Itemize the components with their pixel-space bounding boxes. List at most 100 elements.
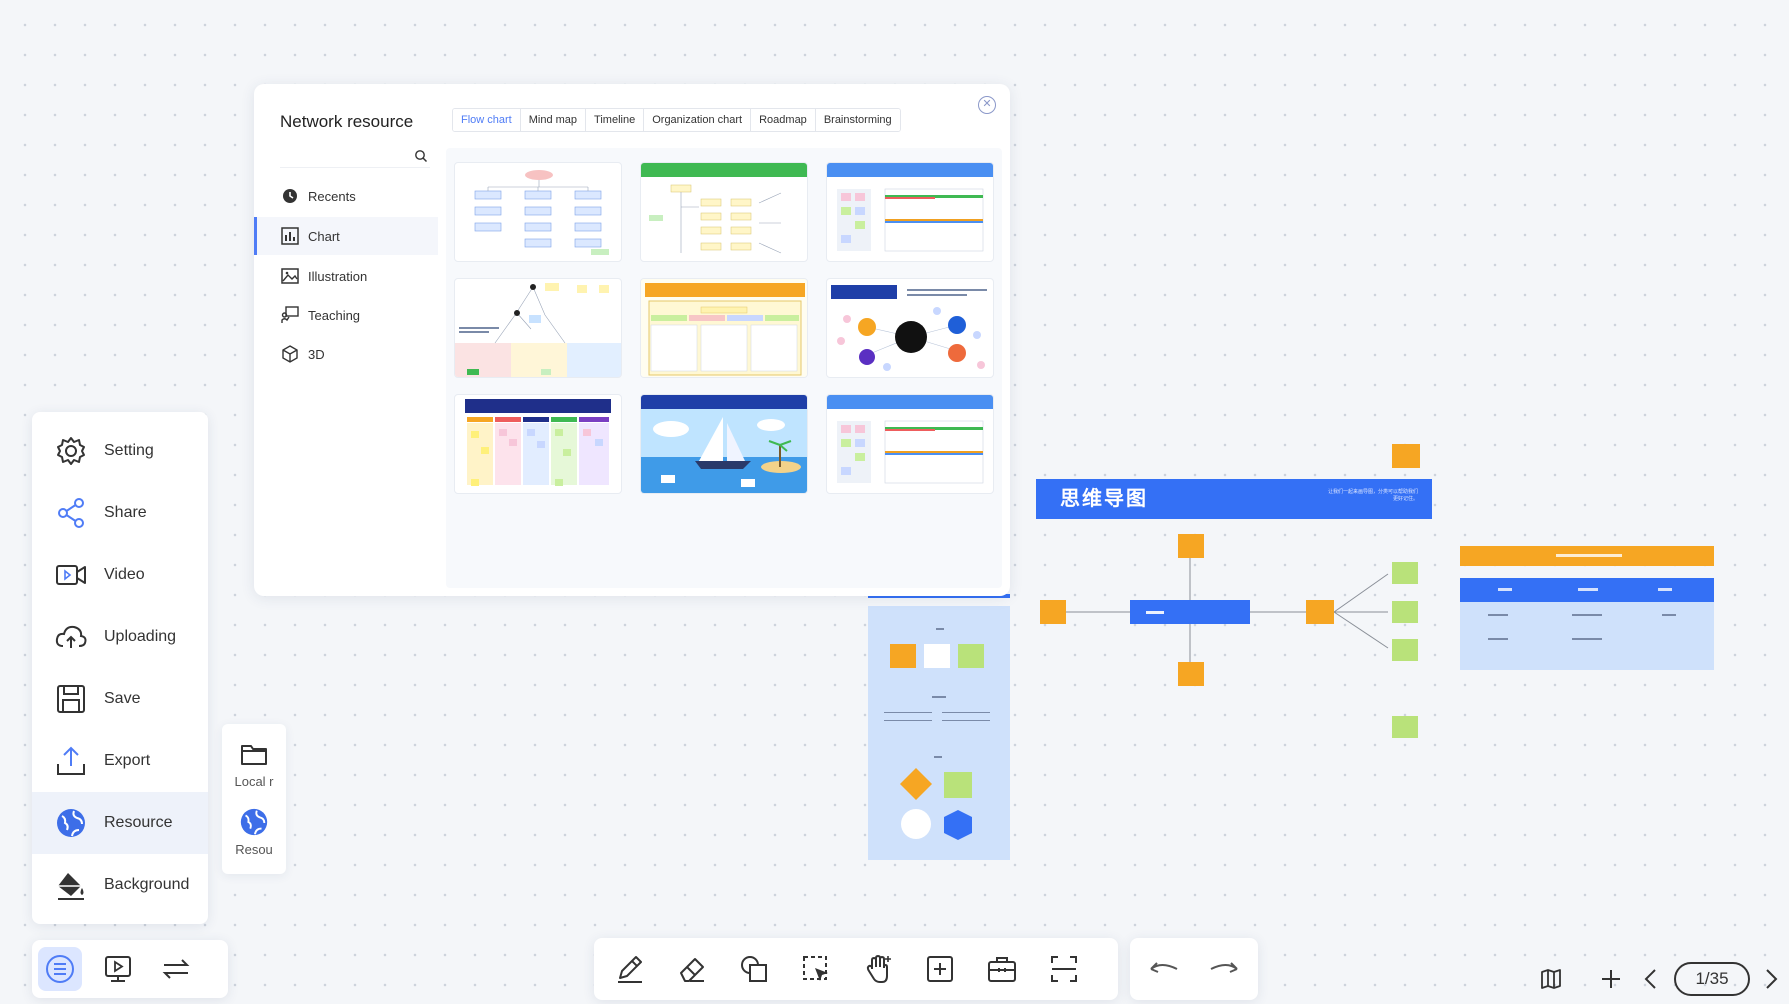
- page-indicator[interactable]: 1/35: [1674, 962, 1750, 996]
- close-panel-button[interactable]: ✕: [978, 96, 996, 114]
- folder-icon: [238, 738, 270, 770]
- mindmap-title: 思维导图: [1060, 488, 1148, 510]
- search-icon[interactable]: [414, 149, 428, 163]
- bottom-left-toolbar: [32, 940, 228, 998]
- template-preview: [831, 285, 987, 371]
- template-card[interactable]: [640, 162, 808, 262]
- page-overview-button[interactable]: [1536, 964, 1566, 994]
- redo-button[interactable]: [1202, 947, 1246, 991]
- main-menu: Setting Share Video Uploading Save Expor…: [32, 412, 208, 924]
- tab-timeline[interactable]: Timeline: [586, 109, 645, 131]
- submenu-local-resource[interactable]: Local r: [222, 738, 286, 789]
- menu-resource[interactable]: Resource: [32, 792, 208, 854]
- menu-uploading[interactable]: Uploading: [32, 606, 208, 668]
- menu-toggle-button[interactable]: [38, 947, 82, 991]
- selection-icon: [800, 953, 832, 985]
- shape-palette-graphic: [868, 594, 1010, 860]
- play-screen-icon: [103, 954, 133, 984]
- template-preview: [641, 395, 807, 493]
- export-icon: [54, 744, 88, 778]
- toolbox-icon: [986, 953, 1018, 985]
- add-tool-button[interactable]: [918, 947, 962, 991]
- switch-button[interactable]: [154, 947, 198, 991]
- tab-organization-chart[interactable]: Organization chart: [644, 109, 752, 131]
- pen-tool-button[interactable]: [608, 947, 652, 991]
- template-card[interactable]: [640, 278, 808, 378]
- eraser-tool-button[interactable]: [670, 947, 714, 991]
- fit-screen-button[interactable]: [1042, 947, 1086, 991]
- menu-label: Save: [104, 690, 141, 707]
- menu-label: Setting: [104, 442, 154, 459]
- prev-page-button[interactable]: [1636, 964, 1666, 994]
- menu-save[interactable]: Save: [32, 668, 208, 730]
- template-preview: [827, 163, 993, 252]
- template-card[interactable]: [826, 278, 994, 378]
- menu-label: Uploading: [104, 628, 177, 645]
- tab-mind-map[interactable]: Mind map: [520, 109, 587, 131]
- add-page-button[interactable]: [1596, 964, 1626, 994]
- search-box: [280, 146, 430, 168]
- category-label: Teaching: [308, 307, 361, 323]
- drawing-toolbar: [594, 938, 1118, 1000]
- category-list: Recents Chart Illustration Teaching 3D: [254, 178, 438, 375]
- category-teaching[interactable]: Teaching: [254, 297, 438, 333]
- template-card[interactable]: [454, 278, 622, 378]
- select-tool-button[interactable]: [794, 947, 838, 991]
- category-illustration[interactable]: Illustration: [254, 258, 438, 294]
- toolbox-button[interactable]: [980, 947, 1024, 991]
- globe-icon: [54, 806, 88, 840]
- next-page-button[interactable]: [1756, 964, 1786, 994]
- resource-submenu: Local r Resou: [222, 724, 286, 874]
- chevron-right-icon: [1761, 968, 1781, 990]
- hand-icon: [862, 953, 894, 985]
- menu-video[interactable]: Video: [32, 544, 208, 606]
- shape-tool-button[interactable]: [732, 947, 776, 991]
- template-card[interactable]: [826, 162, 994, 262]
- template-card[interactable]: [454, 394, 622, 494]
- redo-icon: [1207, 957, 1241, 981]
- bar-chart-icon: [280, 226, 300, 246]
- save-icon: [54, 682, 88, 716]
- panel-title: Network resource: [280, 112, 414, 131]
- plus-icon: [1600, 968, 1622, 990]
- gear-icon: [54, 434, 88, 468]
- fit-screen-icon: [1048, 953, 1080, 985]
- category-3d[interactable]: 3D: [254, 336, 438, 372]
- shape-palette-card[interactable]: [868, 594, 1010, 860]
- tab-brainstorming[interactable]: Brainstorming: [815, 109, 900, 131]
- eraser-icon: [676, 953, 708, 985]
- menu-share[interactable]: Share: [32, 482, 208, 544]
- menu-setting[interactable]: Setting: [32, 420, 208, 482]
- hand-tool-button[interactable]: [856, 947, 900, 991]
- add-box-icon: [924, 953, 956, 985]
- template-card[interactable]: [454, 162, 622, 262]
- tab-roadmap[interactable]: Roadmap: [751, 109, 816, 131]
- mindmap-subtitle: 让我们一起来画导图，分类可以帮助我们更好记住。: [1328, 489, 1419, 502]
- tab-flow-chart[interactable]: Flow chart: [453, 109, 521, 131]
- template-card[interactable]: [826, 394, 994, 494]
- presentation-button[interactable]: [96, 947, 140, 991]
- menu-label: Share: [104, 504, 147, 521]
- category-recents[interactable]: Recents: [254, 178, 438, 214]
- category-chart[interactable]: Chart: [254, 217, 438, 255]
- menu-export[interactable]: Export: [32, 730, 208, 792]
- clock-icon: [280, 186, 300, 206]
- globe-icon: [238, 806, 270, 838]
- search-input[interactable]: [280, 146, 406, 166]
- submenu-network-resource[interactable]: Resou: [222, 806, 286, 857]
- paint-bucket-icon: [54, 868, 88, 902]
- submenu-label: Local r: [234, 774, 274, 789]
- network-resource-panel: Network resource Flow chart Mind map Tim…: [254, 84, 1010, 596]
- category-label: 3D: [308, 346, 325, 362]
- menu-background[interactable]: Background: [32, 854, 208, 916]
- cloud-upload-icon: [54, 620, 88, 654]
- template-preview: [474, 170, 609, 255]
- pen-icon: [614, 953, 646, 985]
- template-preview: [641, 279, 807, 377]
- template-preview: [455, 283, 621, 377]
- menu-label: Resource: [104, 814, 173, 831]
- template-card[interactable]: [640, 394, 808, 494]
- book-icon: [1539, 967, 1563, 991]
- undo-button[interactable]: [1142, 947, 1186, 991]
- mindmap-title-banner[interactable]: 思维导图 让我们一起来画导图，分类可以帮助我们更好记住。: [1036, 479, 1432, 519]
